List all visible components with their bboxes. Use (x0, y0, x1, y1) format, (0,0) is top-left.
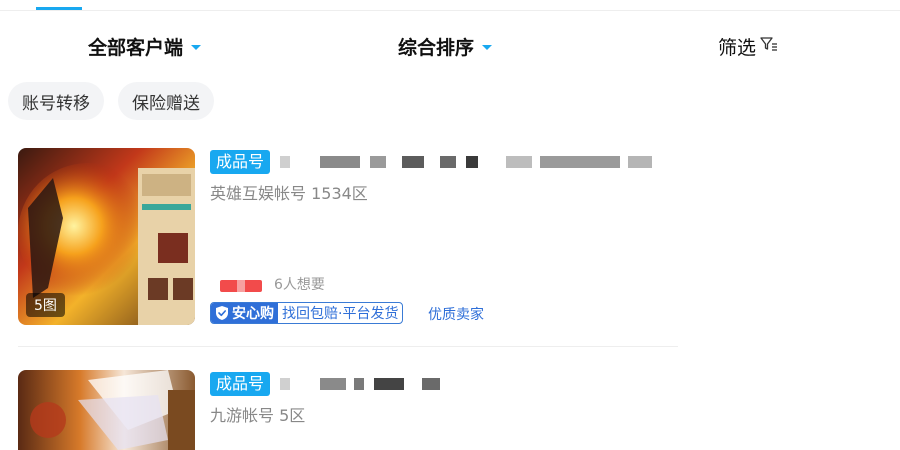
price-redacted (220, 280, 262, 292)
chip-account-transfer[interactable]: 账号转移 (8, 82, 104, 120)
active-tab-indicator (36, 7, 82, 10)
product-type-tag: 成品号 (210, 372, 271, 396)
caret-down-icon (191, 44, 202, 50)
listing-card[interactable]: 5图 成品号 英雄互娱帐号 1534区 6人想要 安心购 找回包赔·平台发货 优… (18, 148, 888, 326)
listing-title-redacted (280, 372, 440, 396)
listing-thumbnail[interactable] (18, 370, 195, 450)
listing-title-redacted (280, 150, 652, 174)
seller-tag: 优质卖家 (428, 307, 484, 323)
top-divider (0, 10, 900, 11)
listing-thumbnail[interactable]: 5图 (18, 148, 195, 325)
screen-filter-button[interactable]: 筛选 (718, 28, 778, 64)
chip-insurance-gift[interactable]: 保险赠送 (118, 82, 214, 120)
product-type-tag: 成品号 (210, 150, 271, 174)
caret-down-icon (482, 44, 493, 50)
wants-count: 6人想要 (274, 277, 325, 293)
sort-label: 综合排序 (398, 36, 475, 59)
client-filter-dropdown[interactable]: 全部客户端 (88, 28, 202, 64)
safe-purchase-label: 安心购 (211, 303, 278, 323)
screen-filter-label: 筛选 (718, 36, 757, 59)
filter-bar: 全部客户端 综合排序 筛选 (0, 28, 900, 64)
listing-divider (18, 346, 678, 347)
shield-check-icon (216, 306, 228, 320)
account-info: 九游帐号 5区 (210, 406, 306, 425)
badge-main-text: 安心购 (232, 306, 274, 322)
funnel-icon (760, 35, 778, 57)
quick-filter-chips: 账号转移 保险赠送 (8, 82, 214, 120)
sort-dropdown[interactable]: 综合排序 (398, 28, 493, 64)
account-info: 英雄互娱帐号 1534区 (210, 184, 368, 203)
safe-purchase-badge: 安心购 找回包赔·平台发货 (210, 302, 404, 324)
image-count-badge: 5图 (26, 293, 65, 317)
badge-description: 找回包赔·平台发货 (282, 306, 399, 322)
listing-card[interactable]: 成品号 九游帐号 5区 (18, 370, 888, 450)
client-filter-label: 全部客户端 (88, 36, 184, 59)
